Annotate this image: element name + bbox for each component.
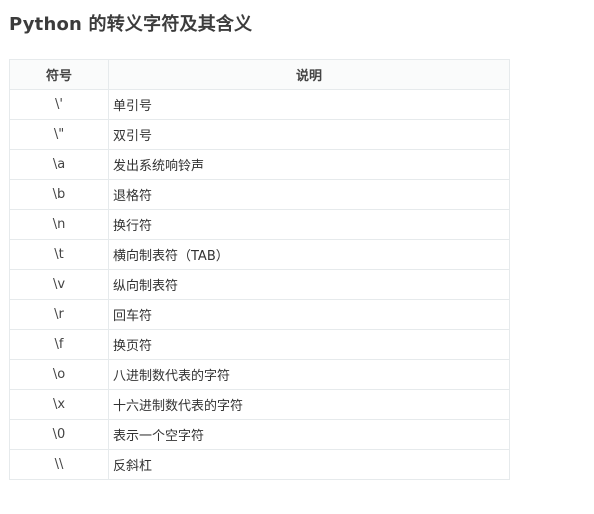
- symbol-cell: \b: [9, 179, 109, 210]
- meaning-cell: 换行符: [108, 209, 510, 240]
- table-row: \x 十六进制数代表的字符: [9, 389, 510, 420]
- meaning-cell: 双引号: [108, 119, 510, 150]
- table-row: \v 纵向制表符: [9, 269, 510, 300]
- meaning-cell: 退格符: [108, 179, 510, 210]
- table-row: \' 单引号: [9, 89, 510, 120]
- symbol-cell: \r: [9, 299, 109, 330]
- table-row: \n 换行符: [9, 209, 510, 240]
- meaning-cell: 十六进制数代表的字符: [108, 389, 510, 420]
- symbol-cell: \f: [9, 329, 109, 360]
- table-row: \0 表示一个空字符: [9, 419, 510, 450]
- table-row: \t 横向制表符（TAB）: [9, 239, 510, 270]
- meaning-cell: 反斜杠: [108, 449, 510, 480]
- page-title: Python 的转义字符及其含义: [9, 14, 253, 35]
- meaning-cell: 发出系统响铃声: [108, 149, 510, 180]
- table-row: \a 发出系统响铃声: [9, 149, 510, 180]
- meaning-cell: 纵向制表符: [108, 269, 510, 300]
- column-header-meaning: 说明: [108, 59, 510, 90]
- meaning-cell: 回车符: [108, 299, 510, 330]
- table-row: \f 换页符: [9, 329, 510, 360]
- column-header-symbol: 符号: [9, 59, 109, 90]
- table-row: \b 退格符: [9, 179, 510, 210]
- table-header-row: 符号 说明: [9, 59, 510, 90]
- meaning-cell: 表示一个空字符: [108, 419, 510, 450]
- table-row: \o 八进制数代表的字符: [9, 359, 510, 390]
- table-row: \r 回车符: [9, 299, 510, 330]
- symbol-cell: \0: [9, 419, 109, 450]
- symbol-cell: \o: [9, 359, 109, 390]
- symbol-cell: \': [9, 89, 109, 120]
- meaning-cell: 八进制数代表的字符: [108, 359, 510, 390]
- escape-characters-table: 符号 说明 \' 单引号 \" 双引号 \a 发出系统响铃声 \b 退格符 \n: [9, 59, 510, 480]
- symbol-cell: \v: [9, 269, 109, 300]
- table-row: \\ 反斜杠: [9, 449, 510, 480]
- symbol-cell: \x: [9, 389, 109, 420]
- page: Python 的转义字符及其含义 符号 说明 \' 单引号 \" 双引号 \a …: [0, 0, 594, 514]
- meaning-cell: 横向制表符（TAB）: [108, 239, 510, 270]
- symbol-cell: \": [9, 119, 109, 150]
- symbol-cell: \t: [9, 239, 109, 270]
- symbol-cell: \\: [9, 449, 109, 480]
- meaning-cell: 单引号: [108, 89, 510, 120]
- symbol-cell: \a: [9, 149, 109, 180]
- meaning-cell: 换页符: [108, 329, 510, 360]
- symbol-cell: \n: [9, 209, 109, 240]
- table-row: \" 双引号: [9, 119, 510, 150]
